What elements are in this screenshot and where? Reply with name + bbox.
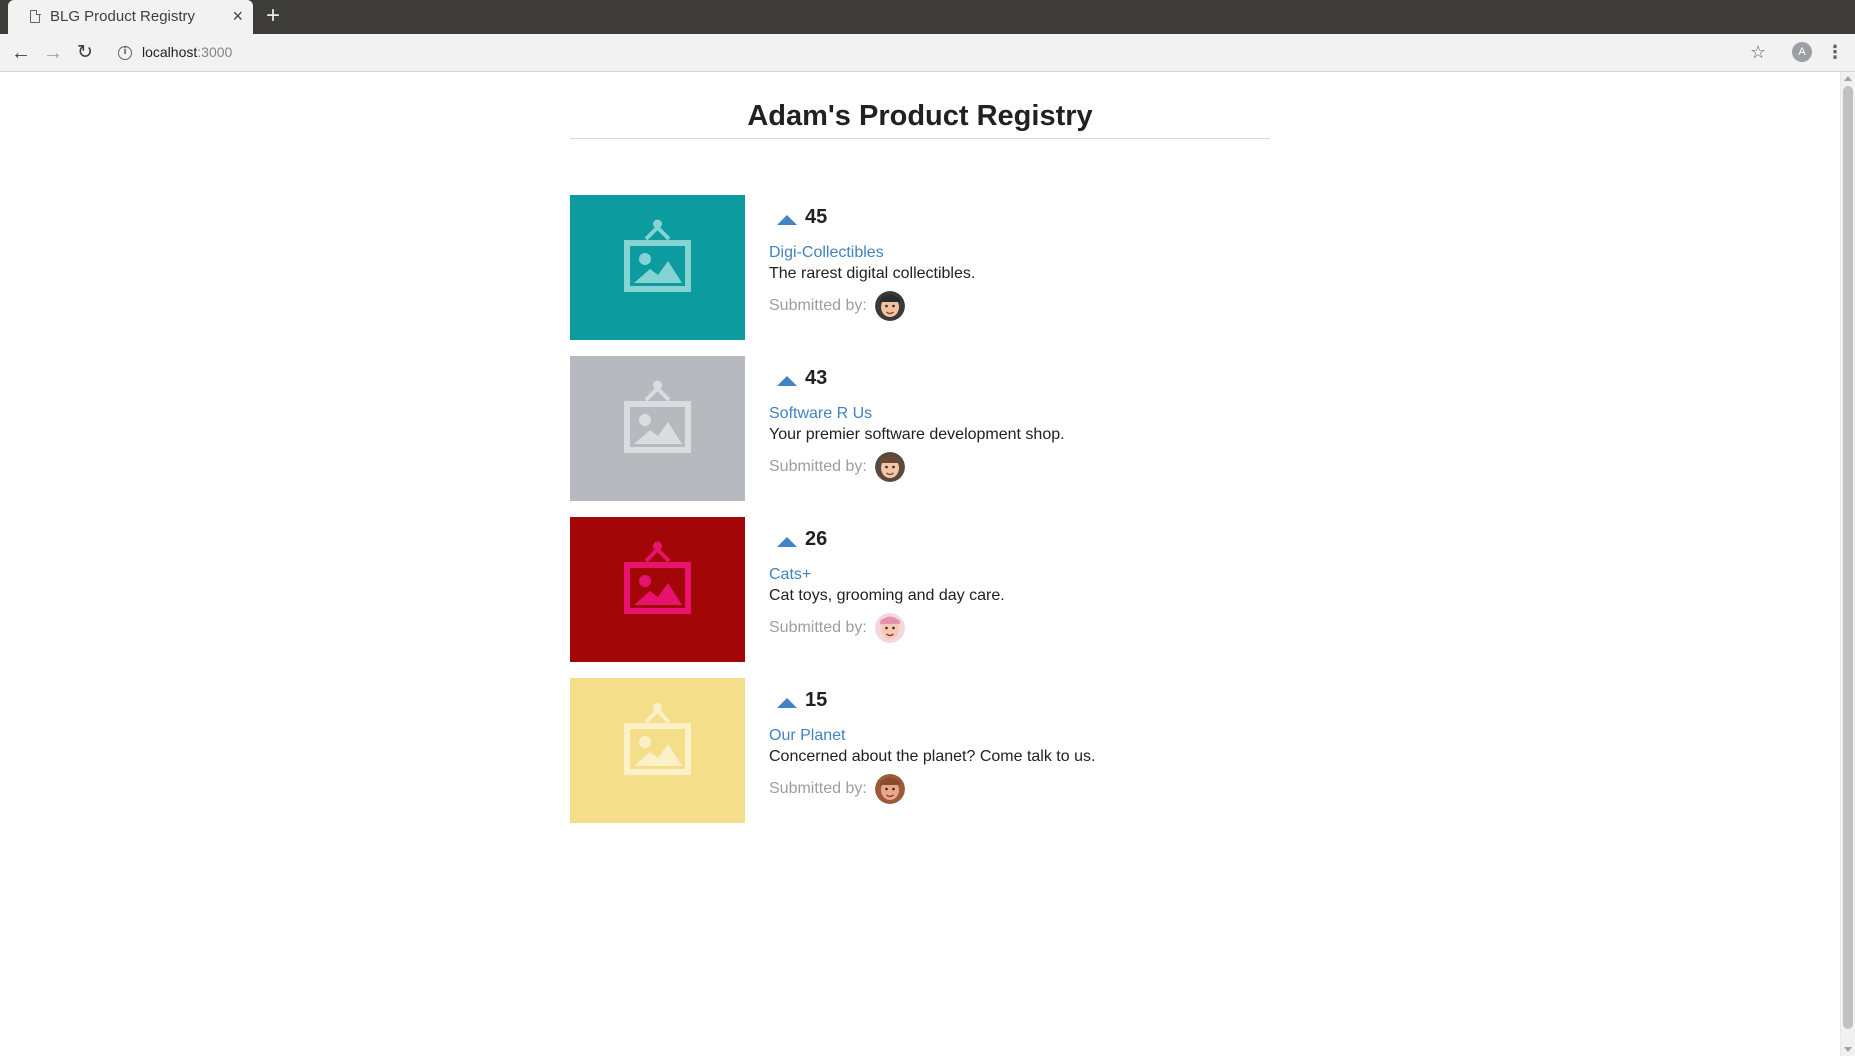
submitted-by-row: Submitted by: — [769, 291, 975, 321]
vote-count: 45 — [805, 205, 828, 228]
url-host: localhost — [142, 44, 198, 60]
kebab-menu-icon[interactable]: ⋮ — [1826, 40, 1844, 64]
submitter-avatar — [874, 774, 905, 804]
back-arrow-icon[interactable]: ← — [8, 40, 34, 66]
product-title-link[interactable]: Our Planet — [769, 726, 1095, 746]
product-content: 15 Our Planet Concerned about the planet? … — [769, 678, 1095, 823]
product-item: 43 Software R Us Your premier software dev… — [570, 356, 1270, 501]
product-title-link[interactable]: Digi-Collectibles — [769, 243, 975, 263]
submitter-avatar — [874, 452, 905, 482]
submitted-by-label: Submitted by: — [769, 619, 867, 636]
vote-row: 26 — [769, 527, 1005, 551]
vote-row: 15 — [769, 688, 1095, 712]
submitted-by-label: Submitted by: — [769, 780, 867, 797]
product-item: 45 Digi-Collectibles The rarest digital co… — [570, 195, 1270, 340]
product-description: Concerned about the planet? Come talk to… — [769, 748, 1096, 765]
product-list: 45 Digi-Collectibles The rarest digital co… — [570, 195, 1270, 839]
submitted-by-row: Submitted by: — [769, 774, 1095, 804]
browser-tab[interactable]: BLG Product Registry × — [8, 0, 253, 34]
image-placeholder-icon — [624, 541, 691, 614]
page-title: Adam's Product Registry — [747, 100, 1093, 132]
vote-row: 43 — [769, 366, 1065, 390]
upvote-caret-icon[interactable] — [777, 698, 797, 708]
product-image — [570, 678, 745, 823]
tab-close-icon[interactable]: × — [232, 6, 243, 26]
submitted-by-row: Submitted by: — [769, 613, 1005, 643]
browser-tab-strip: BLG Product Registry × + — [0, 0, 1855, 34]
image-placeholder-icon — [624, 702, 691, 775]
product-content: 26 Cats+ Cat toys, grooming and day care. S… — [769, 517, 1005, 662]
product-item: 15 Our Planet Concerned about the planet? … — [570, 678, 1270, 823]
forward-arrow-icon[interactable]: → — [40, 40, 66, 66]
info-icon[interactable]: i — [118, 46, 132, 60]
submitted-by-row: Submitted by: — [769, 452, 1065, 482]
vote-count: 15 — [805, 688, 828, 711]
product-image — [570, 195, 745, 340]
reload-icon[interactable]: ↻ — [72, 40, 98, 66]
submitter-avatar — [874, 613, 905, 643]
star-icon[interactable]: ☆ — [1750, 40, 1766, 64]
product-title-link[interactable]: Cats+ — [769, 565, 1005, 585]
scroll-up-arrow-icon[interactable] — [1844, 76, 1852, 81]
submitted-by-label: Submitted by: — [769, 458, 867, 475]
address-bar[interactable]: i localhost:3000 — [110, 38, 1740, 68]
scroll-thumb[interactable] — [1843, 86, 1853, 1029]
product-content: 45 Digi-Collectibles The rarest digital co… — [769, 195, 975, 340]
upvote-caret-icon[interactable] — [777, 537, 797, 547]
product-image — [570, 356, 745, 501]
vote-count: 43 — [805, 366, 828, 389]
vertical-scrollbar[interactable] — [1840, 72, 1855, 1056]
image-placeholder-icon — [624, 380, 691, 453]
page-header: Adam's Product Registry — [570, 72, 1270, 139]
browser-toolbar: ← → ↻ i localhost:3000 ☆ A ⋮ — [0, 34, 1855, 72]
new-tab-button[interactable]: + — [266, 3, 280, 29]
upvote-caret-icon[interactable] — [777, 215, 797, 225]
submitted-by-label: Submitted by: — [769, 297, 867, 314]
main-container: Adam's Product Registry 45 Digi-Collectib… — [570, 72, 1270, 823]
url-text[interactable]: localhost:3000 — [142, 44, 232, 60]
product-title-link[interactable]: Software R Us — [769, 404, 1065, 424]
scroll-down-arrow-icon[interactable] — [1844, 1047, 1852, 1052]
vote-count: 26 — [805, 527, 828, 550]
image-placeholder-icon — [624, 219, 691, 292]
page-viewport: Adam's Product Registry 45 Digi-Collectib… — [0, 72, 1855, 1056]
page-icon — [30, 9, 41, 23]
vote-row: 45 — [769, 205, 975, 229]
product-description: Cat toys, grooming and day care. — [769, 587, 1005, 604]
product-description: The rarest digital collectibles. — [769, 265, 976, 282]
tab-title: BLG Product Registry — [50, 8, 196, 25]
profile-avatar[interactable]: A — [1792, 42, 1812, 62]
product-description: Your premier software development shop. — [769, 426, 1065, 443]
url-port: :3000 — [197, 44, 233, 60]
submitter-avatar — [874, 291, 905, 321]
product-content: 43 Software R Us Your premier software dev… — [769, 356, 1065, 501]
upvote-caret-icon[interactable] — [777, 376, 797, 386]
product-item: 26 Cats+ Cat toys, grooming and day care. S… — [570, 517, 1270, 662]
product-image — [570, 517, 745, 662]
